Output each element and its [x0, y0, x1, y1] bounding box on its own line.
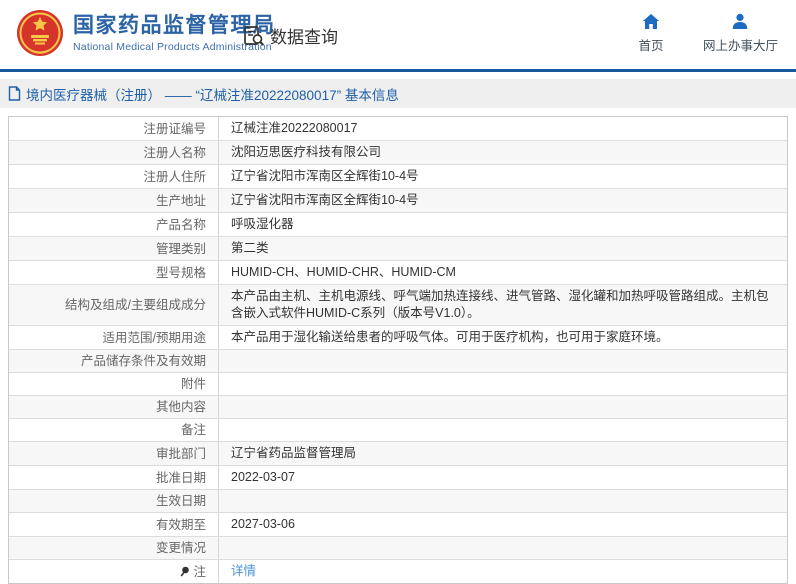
table-row: 有效期至 2027-03-06 — [9, 513, 787, 537]
row-value — [219, 419, 787, 441]
row-label: 注 — [9, 560, 219, 583]
table-row: 结构及组成/主要组成成分 本产品由主机、主机电源线、呼气端加热连接线、进气管路、… — [9, 285, 787, 326]
row-label: 生效日期 — [9, 490, 219, 512]
brand-logo-link[interactable]: 国家药品监督管理局 National Medical Products Admi… — [16, 9, 276, 57]
row-label: 型号规格 — [9, 261, 219, 284]
table-row: 注册证编号 辽械注准20222080017 — [9, 117, 787, 141]
row-label: 注册人住所 — [9, 165, 219, 188]
person-icon — [733, 13, 748, 29]
detail-link[interactable]: 详情 — [231, 563, 256, 580]
row-label: 产品名称 — [9, 213, 219, 236]
table-row: 型号规格 HUMID-CH、HUMID-CHR、HUMID-CM — [9, 261, 787, 285]
row-value: 本产品由主机、主机电源线、呼气端加热连接线、进气管路、湿化罐和加热呼吸管路组成。… — [231, 289, 769, 320]
row-label: 备注 — [9, 419, 219, 441]
row-label: 其他内容 — [9, 396, 219, 418]
page-title: 境内医疗器械（注册） —— “辽械注准20222080017” 基本信息 — [26, 87, 399, 103]
row-value — [219, 373, 787, 395]
row-value: 沈阳迈思医疗科技有限公司 — [231, 145, 382, 159]
row-value — [219, 537, 787, 559]
row-value: 2027-03-06 — [231, 517, 295, 531]
row-value: HUMID-CH、HUMID-CHR、HUMID-CM — [231, 265, 456, 279]
document-search-icon — [244, 25, 265, 46]
row-label: 注册人名称 — [9, 141, 219, 164]
row-value: 辽宁省沈阳市浑南区全辉街10-4号 — [231, 169, 419, 183]
table-row: 注册人名称 沈阳迈思医疗科技有限公司 — [9, 141, 787, 165]
nav-home[interactable]: 首页 — [633, 13, 669, 54]
row-value: 详情 — [219, 560, 787, 583]
row-value: 2022-03-07 — [231, 470, 295, 484]
table-row: 附件 — [9, 373, 787, 396]
row-label: 适用范围/预期用途 — [9, 326, 219, 349]
row-label: 附件 — [9, 373, 219, 395]
nav-data-query-label: 数据查询 — [270, 28, 338, 47]
row-label: 生产地址 — [9, 189, 219, 212]
nav-home-label: 首页 — [638, 39, 664, 53]
row-value: 辽宁省沈阳市浑南区全辉街10-4号 — [231, 193, 419, 207]
table-row-note: 注 详情 — [9, 560, 787, 583]
document-icon — [8, 86, 21, 101]
row-label-text: 注 — [193, 564, 206, 579]
row-label: 批准日期 — [9, 466, 219, 489]
row-label: 有效期至 — [9, 513, 219, 536]
row-value: 本产品用于湿化输送给患者的呼吸气体。可用于医疗机构，也可用于家庭环境。 — [231, 330, 669, 344]
row-label: 结构及组成/主要组成成分 — [9, 285, 219, 325]
row-label: 变更情况 — [9, 537, 219, 559]
row-label: 管理类别 — [9, 237, 219, 260]
table-row: 产品储存条件及有效期 — [9, 350, 787, 373]
row-value — [219, 396, 787, 418]
table-row: 生效日期 — [9, 490, 787, 513]
national-emblem-icon — [17, 10, 63, 56]
row-value: 呼吸湿化器 — [231, 217, 294, 231]
header-divider — [0, 69, 796, 72]
row-value — [219, 350, 787, 372]
row-value — [219, 490, 787, 512]
row-value: 辽宁省药品监督管理局 — [231, 446, 357, 460]
pin-icon — [180, 566, 190, 577]
table-row: 管理类别 第二类 — [9, 237, 787, 261]
nav-online-hall-label: 网上办事大厅 — [702, 39, 778, 53]
table-row: 变更情况 — [9, 537, 787, 560]
nav-online-hall[interactable]: 网上办事大厅 — [703, 13, 778, 54]
nav-data-query[interactable]: 数据查询 — [243, 23, 338, 48]
table-row: 产品名称 呼吸湿化器 — [9, 213, 787, 237]
page-header: 国家药品监督管理局 National Medical Products Admi… — [0, 0, 796, 69]
table-row: 注册人住所 辽宁省沈阳市浑南区全辉街10-4号 — [9, 165, 787, 189]
top-navigation: 首页 网上办事大厅 — [633, 13, 778, 54]
registration-info-table: 注册证编号 辽械注准20222080017 注册人名称 沈阳迈思医疗科技有限公司… — [8, 116, 788, 584]
table-row: 批准日期 2022-03-07 — [9, 466, 787, 490]
row-label: 审批部门 — [9, 442, 219, 465]
table-row: 适用范围/预期用途 本产品用于湿化输送给患者的呼吸气体。可用于医疗机构，也可用于… — [9, 326, 787, 350]
row-label: 注册证编号 — [9, 117, 219, 140]
table-row: 生产地址 辽宁省沈阳市浑南区全辉街10-4号 — [9, 189, 787, 213]
row-value: 第二类 — [231, 241, 269, 255]
table-row: 审批部门 辽宁省药品监督管理局 — [9, 442, 787, 466]
breadcrumb: 境内医疗器械（注册） —— “辽械注准20222080017” 基本信息 — [0, 79, 796, 108]
table-row: 备注 — [9, 419, 787, 442]
home-icon — [642, 14, 659, 29]
row-label: 产品储存条件及有效期 — [9, 350, 219, 372]
table-row: 其他内容 — [9, 396, 787, 419]
row-value: 辽械注准20222080017 — [231, 121, 358, 135]
